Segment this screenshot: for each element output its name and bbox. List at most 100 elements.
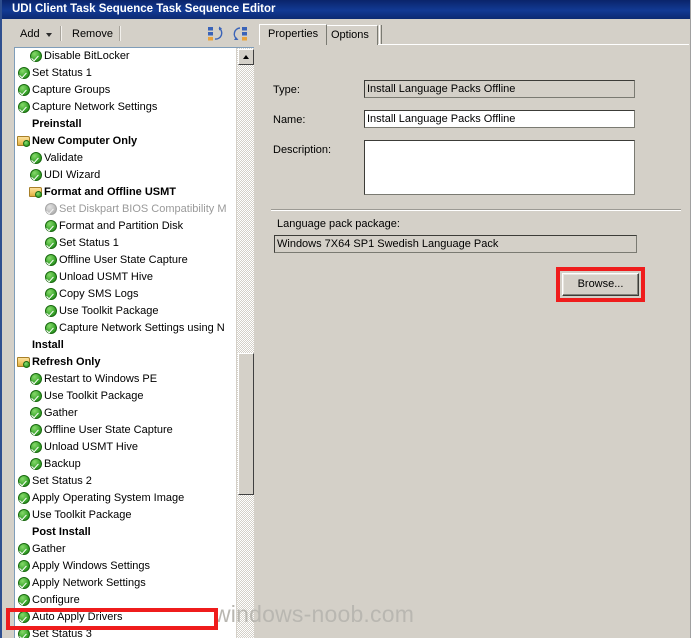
check-circle-icon [29, 150, 44, 167]
tree-item[interactable]: Copy SMS Logs [15, 286, 234, 303]
tree-item[interactable]: Use Toolkit Package [15, 507, 234, 524]
add-button[interactable]: Add [14, 24, 46, 43]
tree-item-label: Restart to Windows PE [44, 373, 158, 385]
language-pack-package-label: Language pack package: [277, 218, 400, 230]
watermark: windows-noob.com [214, 601, 415, 627]
chevron-down-icon[interactable] [46, 33, 52, 37]
tree-item[interactable]: Validate [15, 150, 234, 167]
check-circle-icon [44, 218, 59, 235]
check-circle-disabled-icon [44, 201, 59, 218]
check-circle-icon [29, 456, 44, 473]
tree-item[interactable]: Apply Network Settings [15, 575, 234, 592]
check-circle-icon [44, 286, 59, 303]
tree-item-label: Configure [32, 594, 80, 606]
tree-item-label: Format and Offline USMT [44, 186, 176, 198]
check-circle-icon [17, 626, 32, 638]
tree-item-label: Apply Windows Settings [32, 560, 150, 572]
name-field[interactable]: Install Language Packs Offline [364, 110, 635, 128]
check-circle-icon [29, 439, 44, 456]
tree-item[interactable]: Unload USMT Hive [15, 269, 234, 286]
no-icon [17, 524, 32, 541]
browse-button[interactable]: Browse... [562, 273, 639, 296]
tree-item-label: Offline User State Capture [59, 254, 188, 266]
tree-item[interactable]: Apply Windows Settings [15, 558, 234, 575]
tree-item[interactable]: Backup [15, 456, 234, 473]
check-circle-icon [17, 541, 32, 558]
tree-item-label: Unload USMT Hive [44, 441, 138, 453]
check-circle-icon [17, 592, 32, 609]
tree-item[interactable]: Unload USMT Hive [15, 439, 234, 456]
check-circle-icon [17, 609, 32, 626]
tree-item[interactable]: Gather [15, 405, 234, 422]
tree-item[interactable]: Format and Partition Disk [15, 218, 234, 235]
scrollbar-thumb[interactable] [238, 353, 254, 495]
check-circle-icon [17, 65, 32, 82]
toolbar-separator [60, 26, 62, 41]
task-sequence-tree[interactable]: Disable BitLocker Set Status 1 Capture Gro… [14, 47, 254, 638]
tree-item[interactable]: Preinstall [15, 116, 234, 133]
tree-item-label: Validate [44, 152, 83, 164]
type-field: Install Language Packs Offline [364, 80, 635, 98]
tree-item[interactable]: Use Toolkit Package [15, 388, 234, 405]
check-circle-icon [17, 82, 32, 99]
properties-tab-panel: Type: Install Language Packs Offline Nam… [259, 44, 689, 634]
move-up-icon[interactable] [207, 26, 225, 42]
tree-item[interactable]: Set Status 2 [15, 473, 234, 490]
tree-item[interactable]: Capture Network Settings [15, 99, 234, 116]
tree-item[interactable]: UDI Wizard [15, 167, 234, 184]
tab-strip-end [379, 25, 382, 45]
tree-vertical-scrollbar[interactable] [236, 48, 254, 638]
tab-strip: Properties Options [259, 24, 689, 45]
tree-item[interactable]: Capture Network Settings using N [15, 320, 234, 337]
tree-item[interactable]: Install [15, 337, 234, 354]
tree-item-label: Auto Apply Drivers [32, 611, 123, 623]
tree-item[interactable]: Auto Apply Drivers [15, 609, 234, 626]
tab-properties[interactable]: Properties [259, 24, 328, 45]
tree-item[interactable]: Disable BitLocker [15, 48, 234, 65]
tree-item[interactable]: Restart to Windows PE [15, 371, 234, 388]
tree-item[interactable]: Apply Operating System Image [15, 490, 234, 507]
check-circle-icon [29, 388, 44, 405]
no-icon [17, 116, 32, 133]
tree-item-label: Capture Network Settings using N [59, 322, 225, 334]
tree-item[interactable]: Format and Offline USMT [15, 184, 234, 201]
description-label: Description: [273, 144, 332, 156]
tree-item[interactable]: Offline User State Capture [15, 252, 234, 269]
left-pane: Add Remove Disable BitLocker Set Status … [4, 19, 254, 638]
tree-item[interactable]: Post Install [15, 524, 234, 541]
check-circle-icon [29, 371, 44, 388]
tree-item-list: Disable BitLocker Set Status 1 Capture Gro… [15, 48, 234, 638]
tree-item-label: Backup [44, 458, 81, 470]
tree-item[interactable]: Offline User State Capture [15, 422, 234, 439]
description-field[interactable] [364, 140, 635, 195]
tree-item-label: Set Status 1 [59, 237, 119, 249]
move-down-icon[interactable] [231, 26, 249, 42]
check-circle-icon [17, 490, 32, 507]
check-circle-icon [29, 405, 44, 422]
check-circle-icon [44, 320, 59, 337]
tree-item[interactable]: Set Diskpart BIOS Compatibility M [15, 201, 234, 218]
check-circle-icon [29, 167, 44, 184]
tree-item[interactable]: New Computer Only [15, 133, 234, 150]
tree-item[interactable]: Gather [15, 541, 234, 558]
tree-item-label: UDI Wizard [44, 169, 101, 181]
tree-item[interactable]: Configure [15, 592, 234, 609]
tree-item-label: Install [32, 339, 64, 351]
language-pack-package-field: Windows 7X64 SP1 Swedish Language Pack [274, 235, 637, 253]
remove-button[interactable]: Remove [66, 24, 119, 43]
toolbar-separator [119, 26, 121, 41]
tree-item[interactable]: Use Toolkit Package [15, 303, 234, 320]
scroll-up-button[interactable] [238, 49, 254, 65]
tab-options[interactable]: Options [322, 25, 378, 45]
tree-item[interactable]: Refresh Only [15, 354, 234, 371]
window-title-bar: UDI Client Task Sequence Task Sequence E… [2, 0, 690, 19]
tree-item[interactable]: Capture Groups [15, 82, 234, 99]
check-circle-icon [44, 235, 59, 252]
toolbar: Add Remove [4, 21, 254, 46]
check-circle-icon [17, 99, 32, 116]
tree-item[interactable]: Set Status 1 [15, 235, 234, 252]
tree-item-label: Use Toolkit Package [59, 305, 159, 317]
tree-item[interactable]: Set Status 1 [15, 65, 234, 82]
check-circle-icon [29, 422, 44, 439]
tree-item[interactable]: Set Status 3 [15, 626, 234, 638]
